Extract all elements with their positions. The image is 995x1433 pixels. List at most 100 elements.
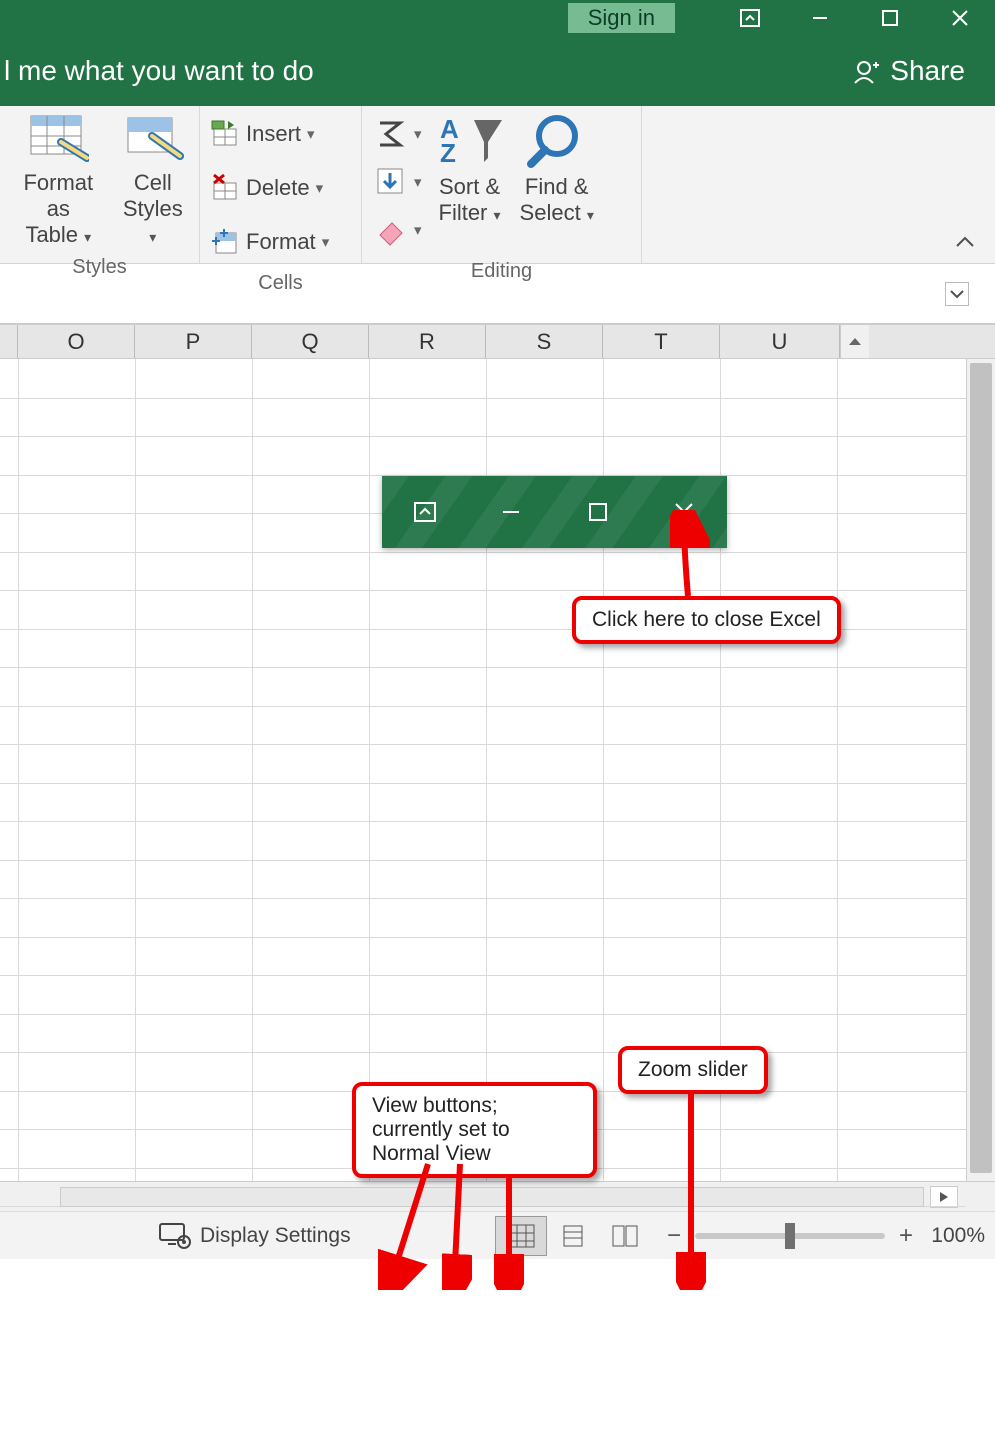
popup-ribbon-options-button[interactable]: [382, 476, 468, 548]
column-header[interactable]: T: [603, 325, 720, 358]
status-bar: Display Settings − + 100%: [0, 1211, 995, 1259]
chevron-down-icon: ▾: [587, 207, 594, 223]
insert-label: Insert: [246, 121, 301, 147]
chevron-down-icon: ▾: [414, 221, 422, 239]
vscroll-header-gap: [840, 325, 869, 358]
page-layout-view-button[interactable]: [547, 1216, 599, 1256]
hscroll-right-button[interactable]: [930, 1186, 958, 1208]
chevron-down-icon: ▾: [307, 125, 315, 143]
display-settings-button[interactable]: Display Settings: [8, 1222, 351, 1250]
vscroll-thumb[interactable]: [970, 363, 992, 1173]
collapse-ribbon-button[interactable]: [953, 232, 977, 255]
zoom-percent-label[interactable]: 100%: [917, 1224, 987, 1248]
minimize-icon: [808, 6, 832, 30]
insert-cells-icon: [210, 119, 240, 149]
magnifier-icon: [521, 112, 593, 168]
chevron-down-icon: [948, 287, 966, 301]
triangle-right-icon: [937, 1190, 951, 1204]
close-icon: [671, 499, 697, 525]
column-header[interactable]: R: [369, 325, 486, 358]
close-button[interactable]: [925, 0, 995, 36]
sort-filter-label-2: Filter: [439, 200, 488, 225]
format-as-table-icon: [27, 112, 89, 164]
chevron-down-icon: ▾: [414, 173, 422, 191]
zoom-in-button[interactable]: +: [895, 1222, 917, 1250]
ribbon-group-label: Styles: [8, 250, 191, 281]
cell-styles-label-1: Cell: [134, 170, 172, 195]
ribbon-group-label: Cells: [208, 266, 353, 297]
zoom-slider-thumb[interactable]: [785, 1223, 795, 1249]
column-header[interactable]: Q: [252, 325, 369, 358]
sort-filter-label-1: Sort &: [439, 174, 500, 199]
delete-cells-icon: [210, 173, 240, 203]
eraser-icon: [372, 213, 408, 247]
callout-view-buttons: View buttons; currently set to Normal Vi…: [352, 1082, 597, 1178]
chevron-down-icon: ▾: [316, 179, 324, 197]
delete-button[interactable]: Delete ▾: [208, 164, 325, 212]
popup-minimize-button[interactable]: [468, 476, 554, 548]
page-layout-icon: [558, 1223, 588, 1249]
callout-close-excel: Click here to close Excel: [572, 596, 841, 644]
column-header[interactable]: P: [135, 325, 252, 358]
zoom-out-button[interactable]: −: [663, 1222, 685, 1250]
ribbon-group-editing: ▾ ▾ ▾ A Z: [362, 106, 642, 263]
popup-close-button[interactable]: [641, 476, 727, 548]
scroll-up-icon[interactable]: [846, 333, 864, 351]
maximize-button[interactable]: [855, 0, 925, 36]
share-icon: [852, 57, 880, 85]
share-button[interactable]: Share: [852, 55, 995, 87]
ribbon-group-styles: Format as Table ▾ Cell Styles ▾ Styles: [0, 106, 200, 263]
insert-button[interactable]: Insert ▾: [208, 110, 317, 158]
cell-styles-icon: [122, 112, 184, 164]
ribbon: Format as Table ▾ Cell Styles ▾ Styles: [0, 106, 995, 264]
fill-down-icon: [372, 165, 408, 199]
zoom-slider[interactable]: [695, 1233, 885, 1239]
ribbon-options-icon: [412, 499, 438, 525]
share-label: Share: [890, 55, 965, 87]
normal-view-icon: [506, 1223, 536, 1249]
ribbon-group-cells: Insert ▾ Delete ▾: [200, 106, 362, 263]
col-gutter: [0, 325, 18, 358]
clear-button[interactable]: ▾: [370, 206, 424, 254]
format-as-table-label-1: Format as: [23, 170, 93, 221]
column-header[interactable]: O: [18, 325, 135, 358]
chevron-down-icon: ▾: [494, 207, 501, 223]
vertical-scrollbar[interactable]: [966, 359, 995, 1181]
chevron-down-icon: ▾: [414, 125, 422, 143]
hscroll-track[interactable]: [60, 1187, 924, 1207]
find-select-button[interactable]: Find & Select ▾: [516, 110, 598, 228]
display-settings-label: Display Settings: [200, 1224, 351, 1248]
fill-button[interactable]: ▾: [370, 158, 424, 206]
format-label: Format: [246, 229, 316, 255]
tell-me-input[interactable]: l me what you want to do: [0, 55, 314, 87]
ribbon-spacer: [642, 106, 995, 263]
column-header[interactable]: U: [720, 325, 840, 358]
minimize-button[interactable]: [785, 0, 855, 36]
format-cells-icon: [210, 227, 240, 257]
sort-filter-button[interactable]: A Z Sort & Filter ▾: [430, 110, 510, 228]
autosum-button[interactable]: ▾: [370, 110, 424, 158]
format-as-table-button[interactable]: Format as Table ▾: [8, 110, 109, 250]
ribbon-group-label: Editing: [370, 254, 633, 285]
cell-styles-label-2: Styles: [123, 196, 183, 221]
chevron-down-icon: ▾: [149, 229, 156, 245]
cell-styles-button[interactable]: Cell Styles ▾: [115, 110, 191, 250]
display-settings-icon: [158, 1222, 192, 1250]
popup-maximize-button[interactable]: [555, 476, 641, 548]
expand-formula-bar-button[interactable]: [945, 282, 969, 306]
delete-label: Delete: [246, 175, 310, 201]
close-icon: [948, 6, 972, 30]
sign-in-button[interactable]: Sign in: [568, 3, 675, 33]
tell-me-bar: l me what you want to do Share: [0, 36, 995, 106]
titlebar-popup: [382, 476, 727, 548]
page-break-icon: [610, 1223, 640, 1249]
normal-view-button[interactable]: [495, 1216, 547, 1256]
callout-zoom-slider: Zoom slider: [618, 1046, 768, 1094]
ribbon-display-options-button[interactable]: [715, 0, 785, 36]
page-break-preview-button[interactable]: [599, 1216, 651, 1256]
chevron-down-icon: ▾: [322, 233, 330, 251]
column-header[interactable]: S: [486, 325, 603, 358]
format-button[interactable]: Format ▾: [208, 218, 331, 266]
format-as-table-label-2: Table: [25, 222, 78, 247]
maximize-icon: [585, 499, 611, 525]
